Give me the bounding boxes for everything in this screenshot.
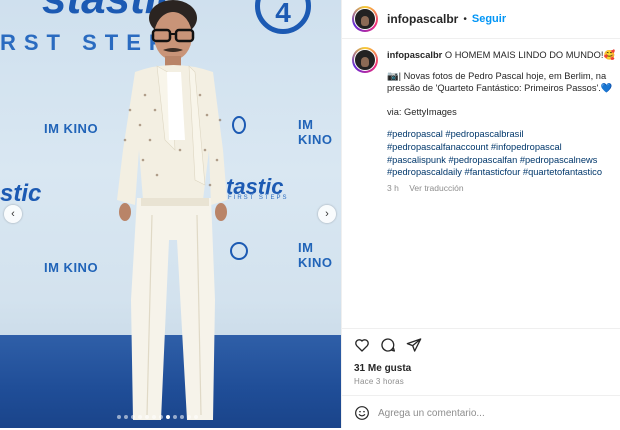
carousel-dot xyxy=(173,415,177,419)
backdrop-kino-2: IM KINO xyxy=(298,117,333,147)
comment-bar: Agrega un comentario... xyxy=(342,395,620,430)
chevron-left-icon[interactable]: ‹ xyxy=(4,205,22,223)
carousel-dot xyxy=(159,415,163,419)
person-figure xyxy=(117,0,227,420)
caption-username[interactable]: infopascalbr xyxy=(387,50,442,60)
carousel-dot xyxy=(180,415,184,419)
caption-title: O HOMEM MAIS LINDO DO MUNDO!🥰 xyxy=(444,50,616,60)
like-count[interactable]: 31 Me gusta xyxy=(354,363,411,374)
carousel-dots xyxy=(117,415,198,419)
send-icon[interactable] xyxy=(406,337,422,353)
carousel-dot xyxy=(187,415,191,419)
caption-via: via: GettyImages xyxy=(387,106,457,117)
post-photo[interactable]: stastic 4 RST STEPS IM KINO IM KINO IM K… xyxy=(0,0,341,428)
caption-hashtags[interactable]: #pedropascal #pedropascalbrasil #pedropa… xyxy=(387,128,620,178)
comment-input[interactable]: Agrega un comentario... xyxy=(378,408,485,419)
avatar[interactable] xyxy=(352,6,378,32)
comment-icon[interactable] xyxy=(380,337,396,353)
post-header: infopascalbr • Seguir xyxy=(342,0,620,39)
backdrop-kino-1: IM KINO xyxy=(44,121,99,136)
carousel-dot xyxy=(152,415,156,419)
post-time: 3 h xyxy=(387,183,399,193)
translate-link[interactable]: Ver traducción xyxy=(409,183,463,193)
post-details-panel: infopascalbr • Seguir infopascalbr O HOM… xyxy=(341,0,620,428)
fantastic-four-logo: 4 xyxy=(255,0,311,34)
backdrop-brand-left: stic xyxy=(0,180,42,207)
backdrop-kino-3: IM KINO xyxy=(44,260,99,275)
chevron-right-icon[interactable]: › xyxy=(318,205,336,223)
post-username[interactable]: infopascalbr xyxy=(387,12,458,26)
carousel-dot xyxy=(131,415,135,419)
carousel-dot xyxy=(117,415,121,419)
follow-button[interactable]: Seguir xyxy=(472,13,506,25)
heart-icon[interactable] xyxy=(354,337,370,353)
posted-ago: Hace 3 horas xyxy=(354,377,404,386)
post-actions: 31 Me gusta Hace 3 horas Agrega un comen… xyxy=(342,328,620,429)
separator-dot: • xyxy=(463,13,467,25)
carousel-dot xyxy=(145,415,149,419)
backdrop-kino-4: IM KINO xyxy=(298,240,333,270)
carousel-dot xyxy=(194,415,198,419)
carousel-dot-active xyxy=(166,415,170,419)
caption-meta: 3 h Ver traducción xyxy=(387,183,472,193)
emoji-icon[interactable] xyxy=(354,405,370,421)
caption-avatar[interactable] xyxy=(352,47,378,73)
carousel-dot xyxy=(124,415,128,419)
post-caption: infopascalbr O HOMEM MAIS LINDO DO MUNDO… xyxy=(387,49,620,179)
carousel-dot xyxy=(138,415,142,419)
caption-body: 📷| Novas fotos de Pedro Pascal hoje, em … xyxy=(387,70,613,94)
